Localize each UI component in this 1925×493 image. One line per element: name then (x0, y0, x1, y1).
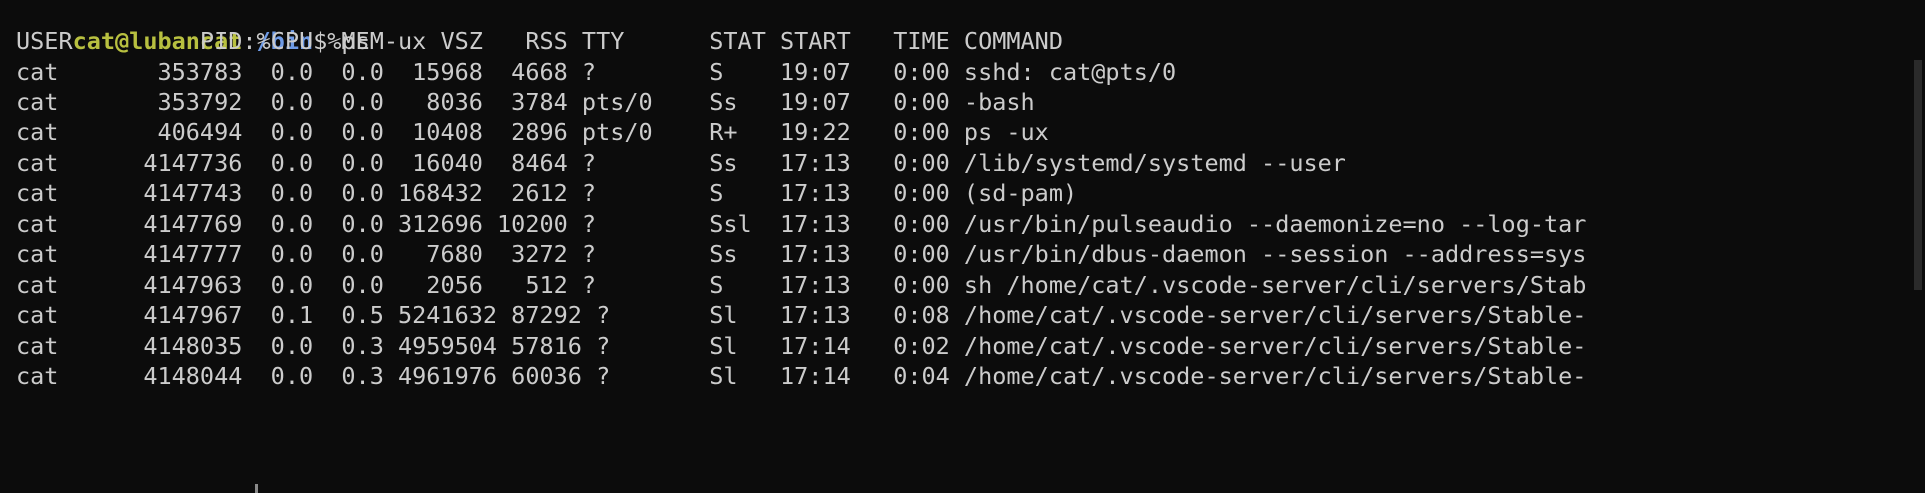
prompt-line: cat@lubancat:/bin$ ps -ux (16, 0, 427, 55)
table-row: cat 4147736 0.0 0.0 16040 8464 ? Ss 17:1… (16, 149, 1346, 177)
table-row: cat 406494 0.0 0.0 10408 2896 pts/0 R+ 1… (16, 118, 1049, 146)
cursor-mark (255, 484, 258, 493)
table-row: cat 4148035 0.0 0.3 4959504 57816 ? Sl 1… (16, 332, 1587, 360)
table-row: cat 4147967 0.1 0.5 5241632 87292 ? Sl 1… (16, 301, 1587, 329)
table-header: USER PID %CPU %MEM VSZ RSS TTY STAT STAR… (16, 27, 1063, 55)
terminal-window[interactable]: cat@lubancat:/bin$ ps -ux USER PID %CPU … (0, 0, 1925, 493)
table-row: cat 4147769 0.0 0.0 312696 10200 ? Ssl 1… (16, 210, 1587, 238)
scrollbar-thumb[interactable] (1914, 60, 1922, 290)
table-row: cat 4147743 0.0 0.0 168432 2612 ? S 17:1… (16, 179, 1078, 207)
table-row: cat 4148044 0.0 0.3 4961976 60036 ? Sl 1… (16, 362, 1587, 390)
vertical-scrollbar[interactable] (1911, 0, 1925, 493)
table-row: cat 353783 0.0 0.0 15968 4668 ? S 19:07 … (16, 58, 1177, 86)
table-row: cat 4147777 0.0 0.0 7680 3272 ? Ss 17:13… (16, 240, 1587, 268)
table-row: cat 353792 0.0 0.0 8036 3784 pts/0 Ss 19… (16, 88, 1035, 116)
table-row: cat 4147963 0.0 0.0 2056 512 ? S 17:13 0… (16, 271, 1587, 299)
